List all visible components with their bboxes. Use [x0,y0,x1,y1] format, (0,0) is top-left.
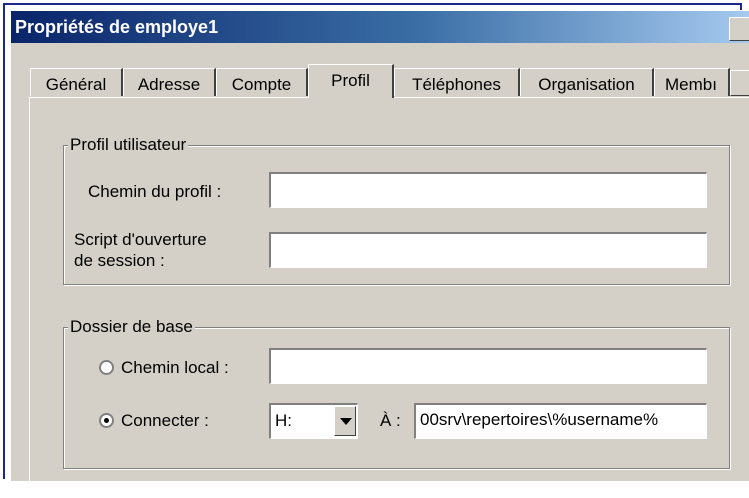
tab-general[interactable]: Général [30,68,123,96]
logon-script-label-line2: de session : [74,251,165,270]
local-path-radio[interactable] [99,360,114,375]
drive-letter-value: H: [275,411,292,430]
local-path-input[interactable] [269,348,707,384]
profile-path-input[interactable] [269,172,707,208]
drive-letter-select[interactable]: H: [269,403,358,439]
tab-phones[interactable]: Téléphones [394,68,520,96]
title-bar-button[interactable] [729,17,749,41]
radio-selected-dot [104,418,109,423]
tab-members[interactable]: Membı [654,68,730,96]
user-profile-legend: Profil utilisateur [68,135,189,155]
home-folder-path-input[interactable]: 00srv\repertoires\%username% [414,403,707,439]
logon-script-input[interactable] [269,232,707,268]
home-folder-legend: Dossier de base [68,317,195,337]
profile-path-label: Chemin du profil : [88,182,222,201]
title-bar: Propriétés de employe1 [11,11,749,43]
connect-label: Connecter : [121,411,209,430]
local-path-label: Chemin local : [121,358,229,377]
window-title: Propriétés de employe1 [15,17,219,37]
connect-radio[interactable] [99,413,114,428]
tab-profile[interactable]: Profil [308,64,394,98]
to-label: À : [380,411,401,430]
tab-address[interactable]: Adresse [123,68,216,96]
chevron-down-icon[interactable] [334,406,356,436]
tab-scroll-button[interactable] [730,70,749,96]
tab-organization[interactable]: Organisation [520,68,654,96]
tab-account[interactable]: Compte [216,68,308,96]
logon-script-label-line1: Script d'ouverture [74,230,207,249]
